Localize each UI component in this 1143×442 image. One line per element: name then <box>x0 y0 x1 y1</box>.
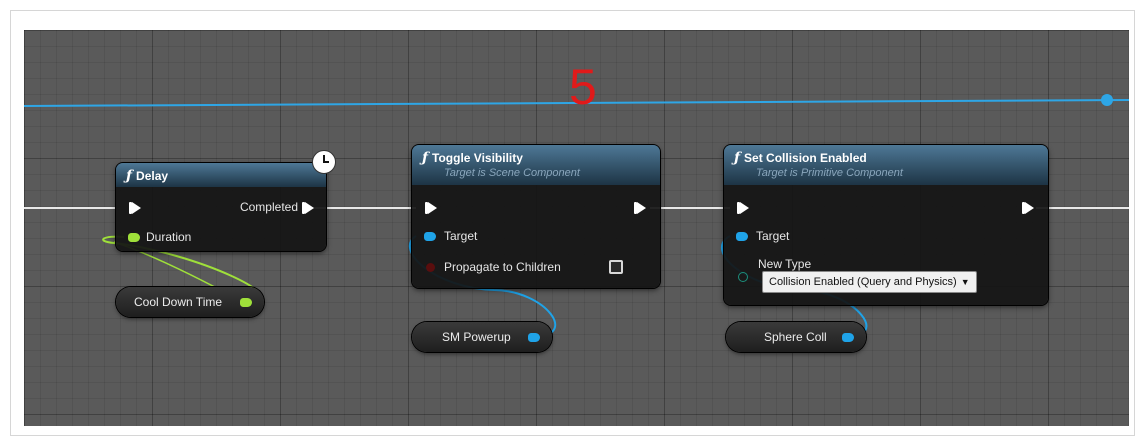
toggle-visibility-subtitle: Target is Scene Component <box>444 167 580 179</box>
cool-down-time-output-pin[interactable] <box>240 298 252 307</box>
toggle-visibility-node[interactable]: ƒ Toggle Visibility Target is Scene Compo… <box>412 145 660 288</box>
toggle-propagate-label: Propagate to Children <box>444 260 561 274</box>
set-collision-header: ƒ Set Collision Enabled Target is Primiti… <box>724 145 1048 185</box>
delay-node[interactable]: ƒ Delay Completed Duration <box>116 163 326 251</box>
collision-target-label: Target <box>756 229 790 243</box>
sm-powerup-label: SM Powerup <box>442 330 511 344</box>
toggle-exec-out-pin[interactable] <box>634 202 646 214</box>
reroute-knot <box>1101 94 1113 106</box>
delay-duration-pin[interactable] <box>128 233 140 242</box>
delay-completed-exec-pin[interactable] <box>302 202 314 214</box>
propagate-to-children-checkbox[interactable] <box>609 260 623 274</box>
collision-exec-in-pin[interactable] <box>737 202 749 214</box>
function-icon: ƒ <box>422 150 429 166</box>
delay-node-title: ƒ Delay <box>126 168 169 184</box>
toggle-exec-in-pin[interactable] <box>425 202 437 214</box>
set-collision-enabled-node[interactable]: ƒ Set Collision Enabled Target is Primiti… <box>724 145 1048 305</box>
delay-completed-label: Completed <box>239 200 298 214</box>
toggle-visibility-header: ƒ Toggle Visibility Target is Scene Compo… <box>412 145 660 185</box>
toggle-target-label: Target <box>444 229 478 243</box>
clock-icon <box>312 150 336 174</box>
toggle-propagate-pin[interactable] <box>426 263 435 272</box>
collision-type-dropdown[interactable]: Collision Enabled (Query and Physics) ▼ <box>762 271 977 293</box>
collision-new-type-pin[interactable] <box>738 272 748 282</box>
function-icon: ƒ <box>126 168 133 184</box>
sm-powerup-output-pin[interactable] <box>528 333 540 342</box>
collision-type-value: Collision Enabled (Query and Physics) <box>769 276 957 288</box>
collision-new-type-label: New Type <box>758 257 812 271</box>
cool-down-time-label: Cool Down Time <box>134 295 223 309</box>
sphere-coll-variable-node[interactable]: Sphere Coll <box>726 322 866 352</box>
blueprint-graph-canvas[interactable]: 5 ƒ Delay Completed Duration ƒ Toggle Visi… <box>24 30 1129 426</box>
collision-target-pin[interactable] <box>736 232 748 241</box>
set-collision-title: ƒ Set Collision Enabled <box>734 150 867 166</box>
toggle-target-pin[interactable] <box>424 232 436 241</box>
sphere-coll-output-pin[interactable] <box>842 333 854 342</box>
delay-node-header: ƒ Delay <box>116 163 326 187</box>
step-number-annotation: 5 <box>569 59 597 115</box>
collision-exec-out-pin[interactable] <box>1022 202 1034 214</box>
chevron-down-icon: ▼ <box>960 277 970 287</box>
cool-down-time-variable-node[interactable]: Cool Down Time <box>116 287 264 317</box>
sm-powerup-variable-node[interactable]: SM Powerup <box>412 322 552 352</box>
set-collision-subtitle: Target is Primitive Component <box>756 167 903 179</box>
delay-duration-label: Duration <box>146 230 192 244</box>
function-icon: ƒ <box>734 150 741 166</box>
toggle-visibility-title: ƒ Toggle Visibility <box>422 150 523 166</box>
delay-exec-in-pin[interactable] <box>129 202 141 214</box>
sphere-coll-label: Sphere Coll <box>764 330 827 344</box>
